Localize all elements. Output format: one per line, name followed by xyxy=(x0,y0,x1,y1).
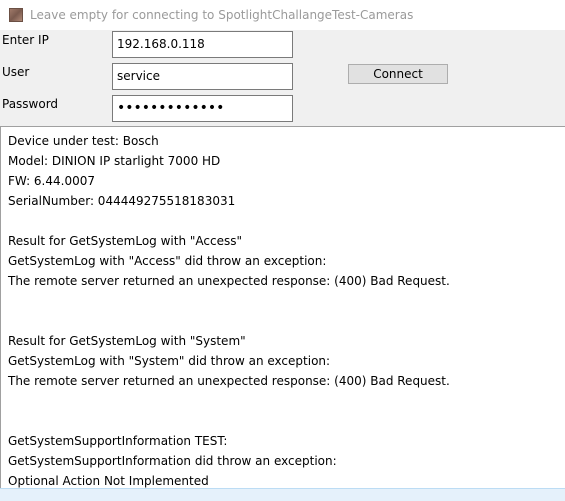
password-label: Password xyxy=(2,97,59,111)
output-line: Device under test: Bosch xyxy=(8,134,159,148)
app-window: Leave empty for connecting to SpotlightC… xyxy=(0,0,565,501)
title-bar: Leave empty for connecting to SpotlightC… xyxy=(0,0,565,30)
output-line: FW: 6.44.0007 xyxy=(8,174,95,188)
output-line: Model: DINION IP starlight 7000 HD xyxy=(8,154,221,168)
output-line: GetSystemSupportInformation TEST: xyxy=(8,434,228,448)
output-line: GetSystemLog with "Access" did throw an … xyxy=(8,254,327,268)
selected-line-highlight xyxy=(0,488,565,501)
ip-label: Enter IP xyxy=(2,33,49,47)
output-line: GetSystemSupportInformation did throw an… xyxy=(8,454,337,468)
user-field[interactable]: service xyxy=(112,63,293,90)
output-line: Optional Action Not Implemented xyxy=(8,474,209,488)
output-line: The remote server returned an unexpected… xyxy=(8,374,450,388)
output-line: SerialNumber: 044449275518183031 xyxy=(8,194,236,208)
output-line: GetSystemLog with "System" did throw an … xyxy=(8,354,331,368)
window-title: Leave empty for connecting to SpotlightC… xyxy=(30,8,414,22)
connect-button[interactable]: Connect xyxy=(348,64,448,84)
output-line: The remote server returned an unexpected… xyxy=(8,274,450,288)
output-line: Result for GetSystemLog with "Access" xyxy=(8,234,242,248)
password-field[interactable]: ••••••••••••• xyxy=(112,95,293,122)
app-icon xyxy=(9,8,23,22)
output-textbox[interactable]: Device under test: Bosch Model: DINION IP… xyxy=(0,126,565,501)
output-line: Result for GetSystemLog with "System" xyxy=(8,334,246,348)
user-label: User xyxy=(2,65,30,79)
ip-field[interactable]: 192.168.0.118 xyxy=(112,31,293,58)
